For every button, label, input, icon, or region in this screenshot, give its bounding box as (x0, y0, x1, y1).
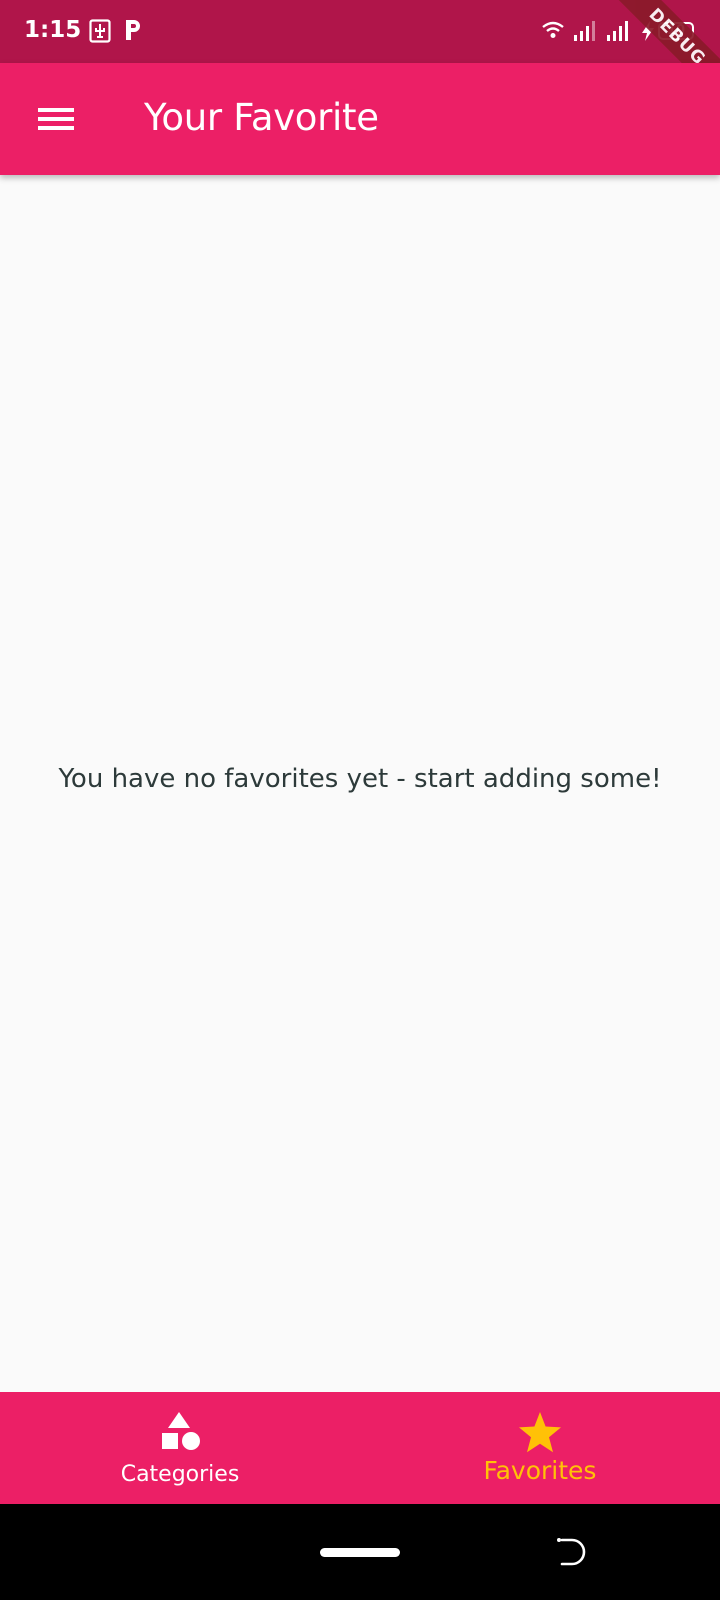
rotate-icon[interactable] (556, 1536, 590, 1572)
tab-categories-label: Categories (120, 1462, 240, 1487)
page-title: Your Favorite (144, 96, 379, 139)
signal-icon (606, 20, 630, 46)
p-icon (124, 18, 142, 46)
home-pill[interactable] (320, 1548, 400, 1557)
tab-favorites[interactable]: Favorites (360, 1392, 720, 1504)
tab-favorites-label: Favorites (483, 1456, 597, 1485)
app-bar: Your Favorite (0, 63, 720, 175)
menu-button[interactable] (30, 95, 82, 143)
hamburger-menu-icon (30, 108, 82, 147)
signal-icon (573, 20, 597, 46)
category-shapes-icon (156, 1410, 204, 1460)
system-navigation-bar (0, 1504, 720, 1600)
usb-icon (89, 19, 111, 47)
tab-categories[interactable]: Categories (0, 1392, 360, 1504)
star-icon (516, 1410, 564, 1458)
empty-state-message: You have no favorites yet - start adding… (58, 764, 662, 794)
status-bar: 1:15 DEBUG (0, 0, 720, 115)
bottom-navigation: Categories Favorites (0, 1392, 720, 1504)
wifi-icon (542, 20, 564, 44)
status-time: 1:15 (24, 17, 82, 43)
